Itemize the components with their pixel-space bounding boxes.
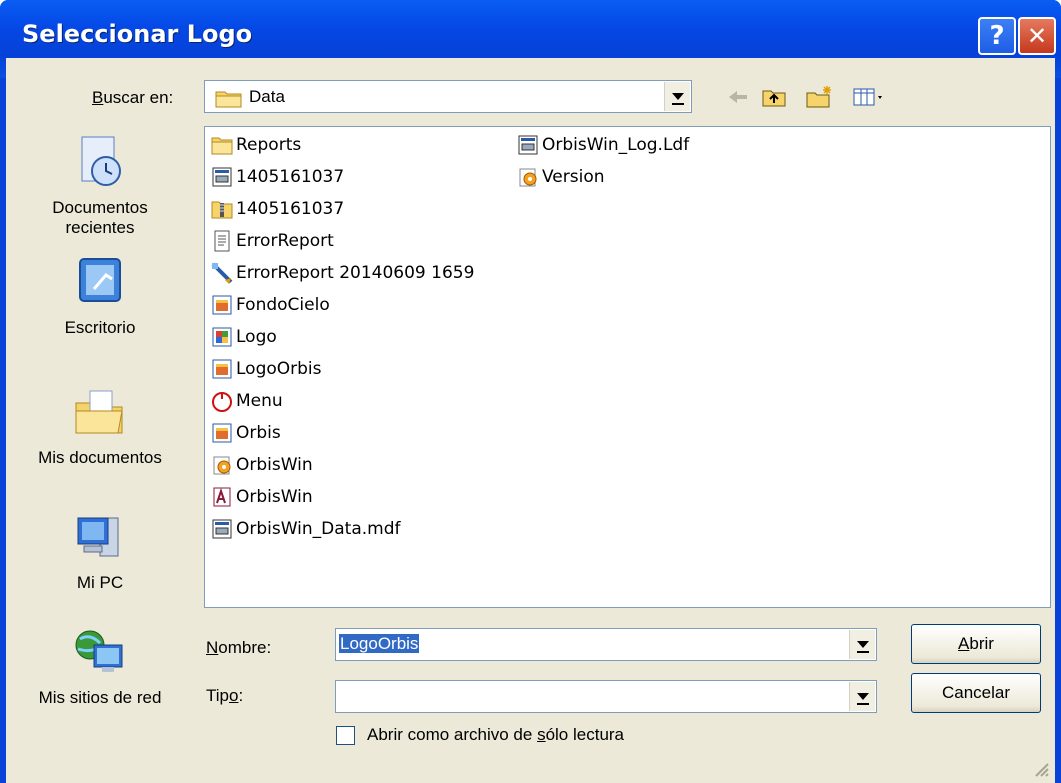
chevron-down-icon <box>856 693 869 700</box>
file-item[interactable]: Menu <box>211 386 283 416</box>
image-file-icon <box>212 359 232 379</box>
place-my-documents[interactable]: Mis documentos <box>6 383 194 468</box>
close-icon: ✕ <box>1026 22 1048 50</box>
file-item[interactable]: ErrorReport 20140609 1659 <box>211 258 474 288</box>
place-network[interactable]: Mis sitios de red <box>6 623 194 708</box>
place-label-2: recientes <box>65 218 135 237</box>
chevron-down-icon <box>671 93 684 100</box>
file-item[interactable]: Orbis <box>211 418 281 448</box>
lookin-label: Buscar en: <box>92 88 174 107</box>
dialog-client-area: Buscar en: Data Documentos recientes Esc… <box>6 58 1055 783</box>
folder-icon <box>211 137 233 155</box>
zip-folder-icon <box>211 201 233 219</box>
db-file-icon <box>518 135 538 155</box>
back-button[interactable] <box>724 84 752 110</box>
filetype-label: Tipo: <box>206 686 244 705</box>
new-folder-button[interactable] <box>806 84 834 110</box>
config-file-icon <box>213 456 231 475</box>
db-file-icon <box>212 519 232 539</box>
readonly-checkbox[interactable] <box>336 726 355 745</box>
my-computer-icon <box>77 517 119 557</box>
folder-icon <box>215 91 242 108</box>
view-menu-icon <box>853 88 882 106</box>
filetype-dropdown-arrow[interactable] <box>849 682 875 711</box>
filename-input[interactable]: LogoOrbis <box>335 628 877 661</box>
help-button[interactable]: ? <box>978 17 1016 55</box>
my-documents-icon <box>75 390 123 434</box>
file-item[interactable]: 1405161037 <box>211 194 344 224</box>
place-label: Escritorio <box>64 318 136 337</box>
resize-grip-icon[interactable] <box>1031 759 1049 777</box>
place-label: Mi PC <box>76 573 124 592</box>
file-item[interactable]: OrbisWin_Data.mdf <box>211 514 401 544</box>
image-file-icon <box>212 423 232 443</box>
file-list[interactable]: Reports 1405161037 1405161037 ErrorRepor… <box>204 126 1051 608</box>
readonly-label[interactable]: Abrir como archivo de sólo lectura <box>367 725 624 745</box>
place-desktop[interactable]: Escritorio <box>6 253 194 338</box>
file-item[interactable]: Version <box>517 162 605 192</box>
config-file-icon <box>519 168 537 187</box>
shortcut-icon <box>211 262 233 284</box>
filename-value: LogoOrbis <box>339 634 420 653</box>
place-label: Documentos <box>52 198 148 217</box>
help-icon: ? <box>989 21 1005 51</box>
filetype-select[interactable] <box>335 680 877 713</box>
lookin-dropdown[interactable]: Data <box>204 80 692 113</box>
place-my-computer[interactable]: Mi PC <box>6 508 194 593</box>
file-item[interactable]: OrbisWin_Log.Ldf <box>517 130 689 160</box>
chevron-down-icon <box>856 641 869 648</box>
place-label: Mis documentos <box>38 448 162 467</box>
close-button[interactable]: ✕ <box>1018 17 1056 55</box>
up-folder-button[interactable] <box>760 84 788 110</box>
lookin-dropdown-arrow[interactable] <box>664 82 690 111</box>
recent-documents-icon <box>81 136 121 186</box>
file-item[interactable]: OrbisWin <box>211 450 313 480</box>
bitmap-file-icon <box>212 327 232 347</box>
place-recent-documents[interactable]: Documentos recientes <box>6 133 194 238</box>
file-item[interactable]: Reports <box>211 130 301 160</box>
place-label: Mis sitios de red <box>38 688 162 707</box>
file-item[interactable]: 1405161037 <box>211 162 344 192</box>
back-arrow-icon <box>729 91 747 103</box>
access-file-icon <box>213 487 231 507</box>
file-item[interactable]: OrbisWin <box>211 482 313 512</box>
file-item[interactable]: Logo <box>211 322 277 352</box>
dialog-title: Seleccionar Logo <box>22 20 253 48</box>
db-file-icon <box>212 167 232 187</box>
network-places-icon <box>75 630 123 672</box>
desktop-icon <box>79 258 121 302</box>
view-menu-button[interactable] <box>852 84 888 110</box>
text-file-icon <box>214 230 230 252</box>
filename-dropdown-arrow[interactable] <box>849 630 875 659</box>
lookin-value: Data <box>249 87 285 106</box>
open-button[interactable]: Abrir <box>911 624 1041 664</box>
file-item[interactable]: LogoOrbis <box>211 354 322 384</box>
cancel-button[interactable]: Cancelar <box>911 673 1041 713</box>
file-item[interactable]: FondoCielo <box>211 290 330 320</box>
menu-file-icon <box>212 392 232 412</box>
new-folder-icon <box>806 86 831 108</box>
filename-label: Nombre: <box>206 638 272 657</box>
image-file-icon <box>212 295 232 315</box>
up-folder-icon <box>762 90 786 107</box>
file-item[interactable]: ErrorReport <box>211 226 334 256</box>
dialog-window: Seleccionar Logo ? ✕ Buscar en: Data Doc… <box>0 0 1061 783</box>
